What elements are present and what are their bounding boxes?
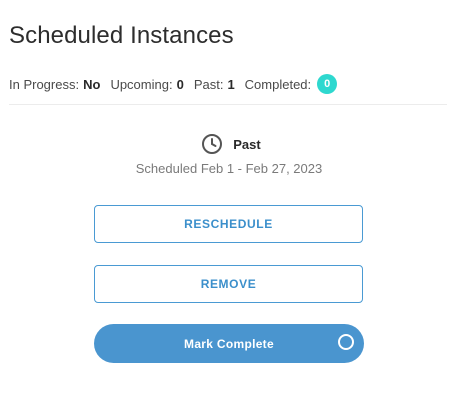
divider <box>9 104 447 105</box>
remove-button[interactable]: REMOVE <box>94 265 363 303</box>
stat-past: Past: 1 <box>194 77 235 92</box>
stat-past-label: Past: <box>193 76 224 92</box>
stat-completed-label: Completed: <box>244 76 312 92</box>
mark-complete-label: Mark Complete <box>184 336 274 351</box>
stat-in-progress-value: No <box>83 76 101 92</box>
status-label: Past <box>233 136 261 152</box>
mark-complete-button[interactable]: Mark Complete <box>94 324 364 363</box>
stat-upcoming: Upcoming: 0 <box>110 77 183 92</box>
instance-status: Past <box>0 133 462 155</box>
stat-upcoming-label: Upcoming: <box>110 76 173 92</box>
stat-in-progress-label: In Progress: <box>9 76 80 92</box>
instance-stats: In Progress: No Upcoming: 0 Past: 1 Comp… <box>9 73 347 95</box>
stat-in-progress: In Progress: No <box>9 77 100 92</box>
page-title: Scheduled Instances <box>9 22 234 49</box>
circle-toggle-icon <box>338 334 354 350</box>
reschedule-button[interactable]: RESCHEDULE <box>94 205 363 243</box>
completed-count-badge: 0 <box>317 74 338 94</box>
stat-completed: Completed: 0 <box>244 74 338 94</box>
stat-upcoming-value: 0 <box>176 76 184 92</box>
schedule-range: Scheduled Feb 1 - Feb 27, 2023 <box>135 161 323 176</box>
stat-past-value: 1 <box>227 76 235 92</box>
clock-icon <box>201 133 223 155</box>
